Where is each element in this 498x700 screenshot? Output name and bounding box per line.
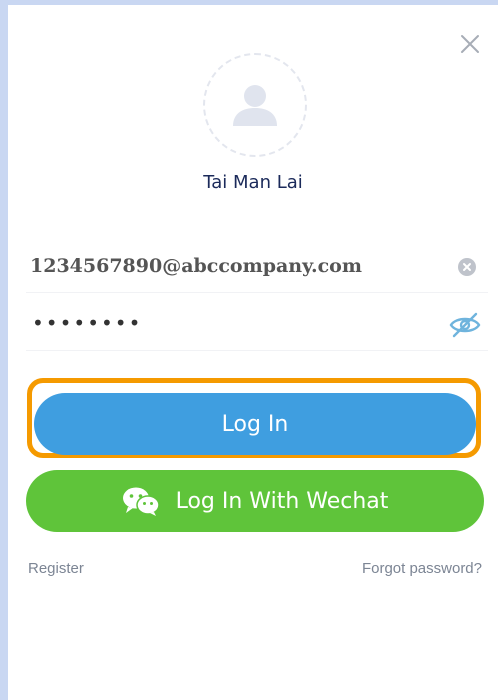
close-icon[interactable] (458, 32, 482, 56)
login-dialog: Tai Man Lai Log In (8, 5, 498, 700)
login-button-label: Log In (221, 411, 289, 437)
email-field-container (28, 248, 488, 284)
avatar (203, 53, 307, 157)
divider (26, 292, 488, 293)
eye-off-icon[interactable] (448, 311, 482, 344)
password-field[interactable] (32, 311, 432, 335)
forgot-password-link[interactable]: Forgot password? (362, 560, 482, 577)
wechat-icon (122, 486, 160, 516)
wechat-login-button[interactable]: Log In With Wechat (26, 470, 484, 532)
login-button[interactable]: Log In (34, 393, 476, 455)
password-field-container (28, 305, 488, 341)
register-link[interactable]: Register (28, 560, 84, 577)
email-field[interactable] (30, 255, 430, 277)
user-silhouette-icon (233, 85, 277, 126)
clear-circle-icon[interactable] (458, 258, 476, 276)
wechat-button-label: Log In With Wechat (175, 488, 389, 514)
divider (26, 350, 488, 351)
username: Tai Man Lai (203, 172, 303, 193)
